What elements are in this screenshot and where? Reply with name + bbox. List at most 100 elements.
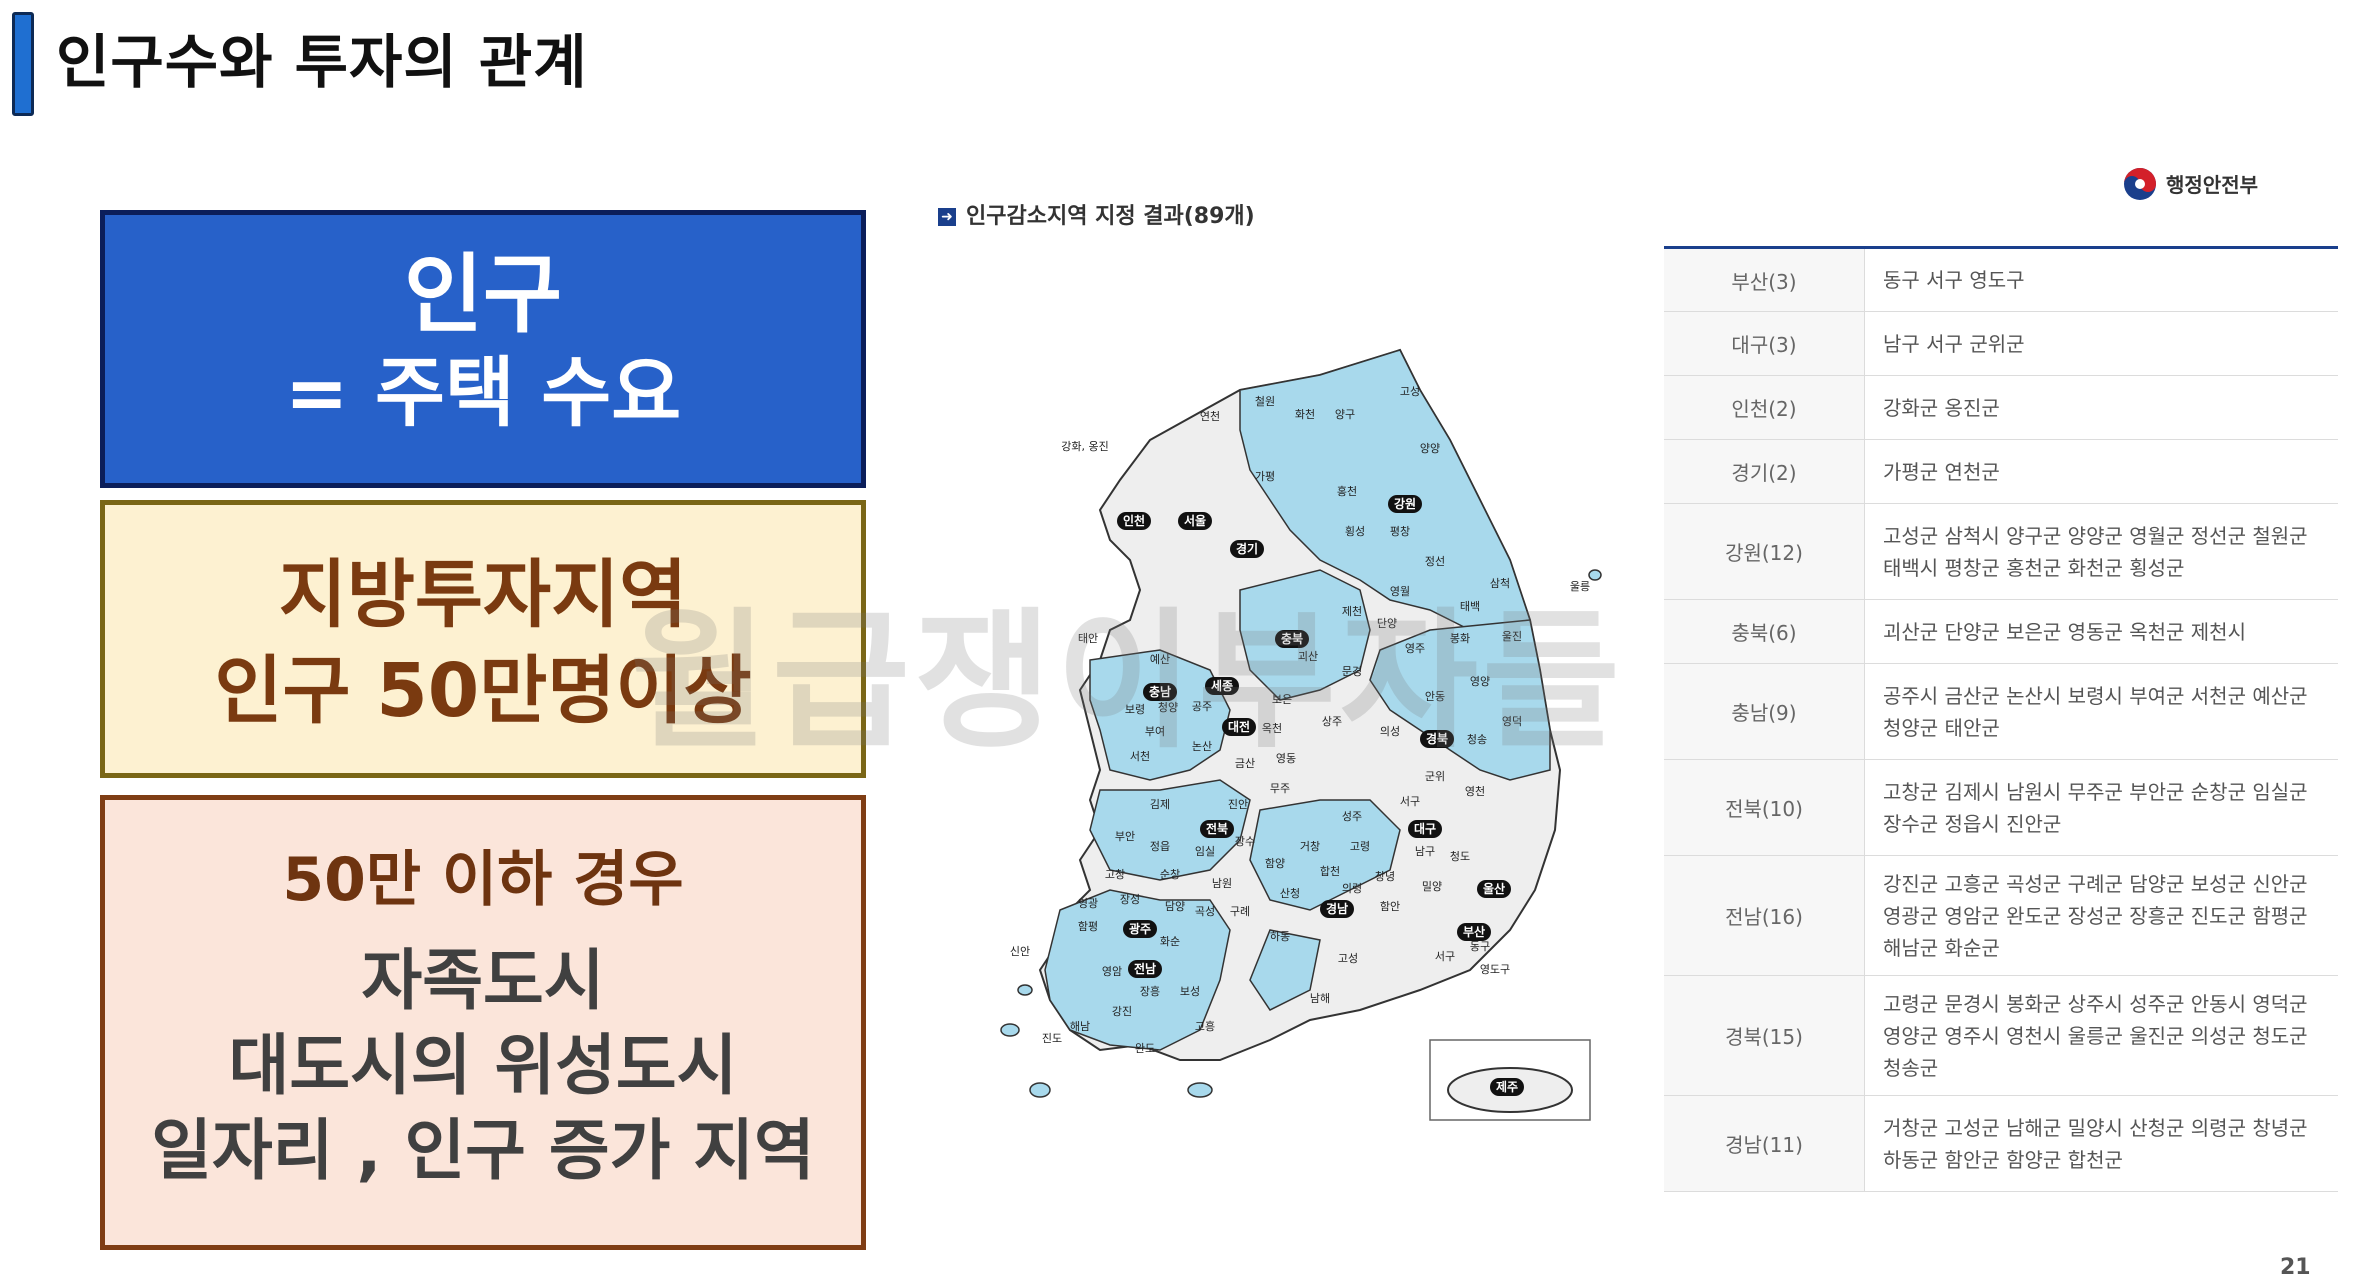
label-sunchang: 순창: [1160, 868, 1180, 881]
label-busan-seogu: 서구: [1435, 950, 1455, 963]
label-damyang: 담양: [1165, 900, 1185, 913]
label-incheon: 인천: [1123, 513, 1145, 528]
areas-cell: 가평군 연천군: [1864, 439, 2338, 504]
region-table: 부산(3) 동구 서구 영도구 대구(3) 남구 서구 군위군 인천(2) 강화군 옹진군…: [1664, 246, 2338, 1192]
table-row: 부산(3) 동구 서구 영도구: [1664, 247, 2338, 312]
label-daegu-seogu: 서구: [1400, 795, 1420, 808]
label-gyeonggi: 경기: [1236, 541, 1258, 556]
region-cell: 전남(16): [1664, 855, 1865, 976]
label-seoul: 서울: [1184, 513, 1206, 528]
label-boseong: 보성: [1180, 985, 1200, 998]
label-muju: 무주: [1270, 782, 1290, 795]
table-row: 강원(12) 고성군 삼척시 양구군 양양군 영월군 정선군 철원군 태백시 평창…: [1664, 503, 2338, 600]
label-jeonnam: 전남: [1134, 961, 1156, 976]
label-goryeong: 고령: [1350, 840, 1370, 853]
island-west-1: [1017, 984, 1033, 996]
label-yeonggwang: 영광: [1078, 897, 1098, 910]
table-row: 인천(2) 강화군 옹진군: [1664, 375, 2338, 440]
region-cell: 대구(3): [1664, 311, 1865, 376]
label-seongju: 성주: [1342, 810, 1362, 823]
areas-cell: 공주시 금산군 논산시 보령시 부여군 서천군 예산군 청양군 태안군: [1864, 663, 2338, 760]
label-hampyeong: 함평: [1078, 920, 1098, 933]
label-hapcheon: 합천: [1320, 864, 1340, 878]
label-jeongeup: 정읍: [1150, 840, 1170, 853]
label-yeoncheon: 연천: [1200, 409, 1220, 423]
table-row: 경기(2) 가평군 연천군: [1664, 439, 2338, 504]
region-cell: 전북(10): [1664, 759, 1865, 856]
table-row: 경북(15) 고령군 문경시 봉화군 상주시 성주군 안동시 영덕군 영양군 영주…: [1664, 975, 2338, 1096]
label-goseong-s: 고성: [1338, 952, 1358, 965]
arrow-right-icon: ➜: [938, 208, 956, 226]
areas-cell: 고성군 삼척시 양구군 양양군 영월군 정선군 철원군 태백시 평창군 홍천군 …: [1864, 503, 2338, 600]
label-busan: 부산: [1463, 924, 1485, 939]
label-jangheung: 장흥: [1140, 984, 1160, 998]
label-namwon: 남원: [1212, 877, 1232, 890]
table-row: 충북(6) 괴산군 단양군 보은군 영동군 옥천군 제천시: [1664, 599, 2338, 664]
watermark: 월급쟁이부자들: [630, 595, 1625, 769]
region-cell: 강원(12): [1664, 503, 1865, 600]
region-cell: 인천(2): [1664, 375, 1865, 440]
label-cheorwon: 철원: [1255, 395, 1275, 408]
label-sancheong: 산청: [1280, 887, 1300, 900]
label-jinan: 진안: [1228, 798, 1248, 811]
under-500k-box: 50만 이하 경우 자족도시 대도시의 위성도시 일자리 , 인구 증가 지역: [100, 795, 866, 1250]
label-busan-yeongdo: 영도구: [1480, 963, 1510, 976]
label-goseong-n: 고성: [1400, 385, 1420, 398]
label-jeju: 제주: [1496, 1080, 1518, 1094]
label-yanggu: 양구: [1335, 408, 1355, 421]
island-south-1: [1029, 1082, 1051, 1098]
label-ulsan: 울산: [1483, 881, 1505, 896]
population-box-line1: 인구: [403, 245, 563, 345]
areas-cell: 괴산군 단양군 보은군 영동군 옥천군 제천시: [1864, 599, 2338, 664]
areas-cell: 동구 서구 영도구: [1864, 247, 2338, 312]
region-cell: 경북(15): [1664, 975, 1865, 1096]
label-ganghwa: 강화, 옹진: [1061, 440, 1108, 453]
label-wando: 완도: [1135, 1042, 1155, 1055]
under-box-line2: 대도시의 위성도시: [228, 1027, 738, 1104]
areas-cell: 남구 서구 군위군: [1864, 311, 2338, 376]
label-hamyang: 함양: [1265, 857, 1285, 870]
table-row: 경남(11) 거창군 고성군 남해군 밀양시 산청군 의령군 창녕군 하동군 함안…: [1664, 1095, 2338, 1192]
label-daegu-namgu: 남구: [1415, 845, 1435, 858]
title-accent-bar: [12, 12, 34, 116]
population-box: 인구 = 주택 수요: [100, 210, 866, 488]
label-yeongcheon: 영천: [1465, 784, 1485, 798]
table-row: 전북(10) 고창군 김제시 남원시 무주군 부안군 순창군 임실군 장수군 정읍…: [1664, 759, 2338, 856]
label-pyeongchang: 평창: [1390, 525, 1410, 538]
table-row: 충남(9) 공주시 금산군 논산시 보령시 부여군 서천군 예산군 청양군 태안군: [1664, 663, 2338, 760]
areas-cell: 강화군 옹진군: [1864, 375, 2338, 440]
table-row: 대구(3) 남구 서구 군위군: [1664, 311, 2338, 376]
label-gapyeong: 가평: [1255, 470, 1275, 483]
label-buan: 부안: [1115, 830, 1135, 843]
areas-cell: 고창군 김제시 남원시 무주군 부안군 순창군 임실군 장수군 정읍시 진안군: [1864, 759, 2338, 856]
island-west-2: [1000, 1023, 1020, 1037]
taegeuk-logo-icon: [2122, 166, 2158, 207]
label-gangjin: 강진: [1112, 1005, 1132, 1018]
population-box-line2: = 주택 수요: [284, 348, 682, 437]
label-haenam: 해남: [1070, 1019, 1090, 1033]
label-gwangju: 광주: [1129, 921, 1151, 936]
region-cell: 경남(11): [1664, 1095, 1865, 1192]
label-gurye: 구례: [1230, 905, 1250, 918]
table-row: 전남(16) 강진군 고흥군 곡성군 구례군 담양군 보성군 신안군 영광군 영암…: [1664, 855, 2338, 976]
label-busan-donggu: 동구: [1470, 940, 1490, 953]
label-yeongam: 영암: [1102, 965, 1122, 978]
label-jindo: 진도: [1042, 1032, 1062, 1045]
label-jangseong: 장성: [1120, 893, 1140, 906]
label-hwasun: 화순: [1160, 935, 1180, 948]
under-box-subtitle: 50만 이하 경우: [282, 845, 684, 915]
areas-cell: 고령군 문경시 봉화군 상주시 성주군 안동시 영덕군 영양군 영주시 영천시 …: [1864, 975, 2338, 1096]
label-hongcheon: 홍천: [1337, 484, 1357, 498]
label-yangyang: 양양: [1420, 442, 1440, 455]
region-cell: 충북(6): [1664, 599, 1865, 664]
label-sinan: 신안: [1010, 945, 1030, 958]
island-south-2: [1187, 1082, 1213, 1098]
label-geochang: 거창: [1300, 840, 1320, 853]
region-cell: 부산(3): [1664, 247, 1865, 312]
map-caption: ➜ 인구감소지역 지정 결과(89개): [938, 198, 1255, 230]
label-jeonbuk: 전북: [1206, 821, 1228, 836]
ministry-logo: 행정안전부: [2122, 166, 2258, 207]
label-gokseong: 곡성: [1195, 905, 1215, 918]
label-goheung: 고흥: [1195, 1019, 1215, 1033]
label-gimje: 김제: [1150, 798, 1170, 811]
